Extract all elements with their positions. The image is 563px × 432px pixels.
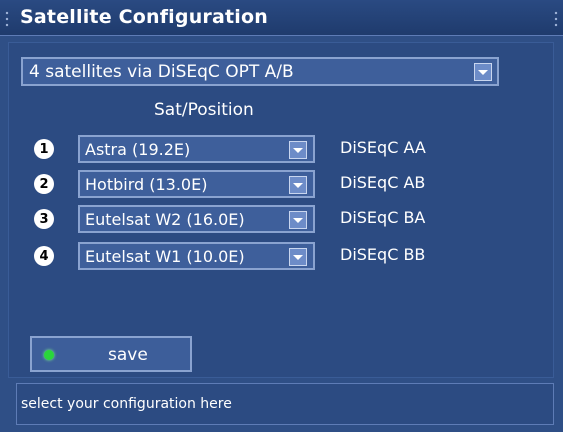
number-1-icon: 1	[34, 139, 54, 159]
satellite-value: Astra (19.2E)	[85, 139, 191, 159]
number-2-icon: 2	[34, 174, 54, 194]
satellite-select-4[interactable]: Eutelsat W1 (10.0E)	[78, 242, 315, 270]
satellite-select-2[interactable]: Hotbird (13.0E)	[78, 170, 315, 198]
grip-left-icon	[4, 10, 10, 28]
satellite-row-4: 4 Eutelsat W1 (10.0E) DiSEqC BB	[0, 242, 563, 272]
satellite-config-window: Satellite Configuration 4 satellites via…	[0, 0, 563, 432]
save-button[interactable]: save	[30, 336, 192, 372]
satellite-row-2: 2 Hotbird (13.0E) DiSEqC AB	[0, 170, 563, 200]
satellite-value: Hotbird (13.0E)	[85, 174, 208, 194]
satellite-row-1: 1 Astra (19.2E) DiSEqC AA	[0, 135, 563, 165]
configuration-mode-value: 4 satellites via DiSEqC OPT A/B	[29, 61, 294, 82]
status-bar: select your configuration here	[16, 383, 554, 425]
diseqc-label: DiSEqC BB	[340, 245, 426, 264]
configuration-mode-select[interactable]: 4 satellites via DiSEqC OPT A/B	[21, 57, 499, 86]
chevron-down-icon[interactable]	[289, 248, 307, 266]
chevron-down-icon[interactable]	[474, 63, 492, 81]
satellite-select-3[interactable]: Eutelsat W2 (16.0E)	[78, 205, 315, 233]
status-text: select your configuration here	[21, 396, 232, 412]
chevron-down-icon[interactable]	[289, 211, 307, 229]
title-bar: Satellite Configuration	[0, 0, 563, 36]
diseqc-label: DiSEqC AB	[340, 173, 426, 192]
chevron-down-icon[interactable]	[289, 141, 307, 159]
green-button-icon	[44, 350, 54, 360]
grip-right-icon	[553, 10, 559, 28]
window-title: Satellite Configuration	[20, 6, 268, 28]
chevron-down-icon[interactable]	[289, 176, 307, 194]
satellite-value: Eutelsat W1 (10.0E)	[85, 246, 245, 266]
satellite-row-3: 3 Eutelsat W2 (16.0E) DiSEqC BA	[0, 205, 563, 235]
sat-position-header: Sat/Position	[154, 100, 254, 120]
number-3-icon: 3	[34, 209, 54, 229]
save-label: save	[108, 345, 148, 365]
diseqc-label: DiSEqC BA	[340, 208, 426, 227]
satellite-value: Eutelsat W2 (16.0E)	[85, 209, 245, 229]
diseqc-label: DiSEqC AA	[340, 138, 426, 157]
number-4-icon: 4	[34, 246, 54, 266]
satellite-select-1[interactable]: Astra (19.2E)	[78, 135, 315, 163]
